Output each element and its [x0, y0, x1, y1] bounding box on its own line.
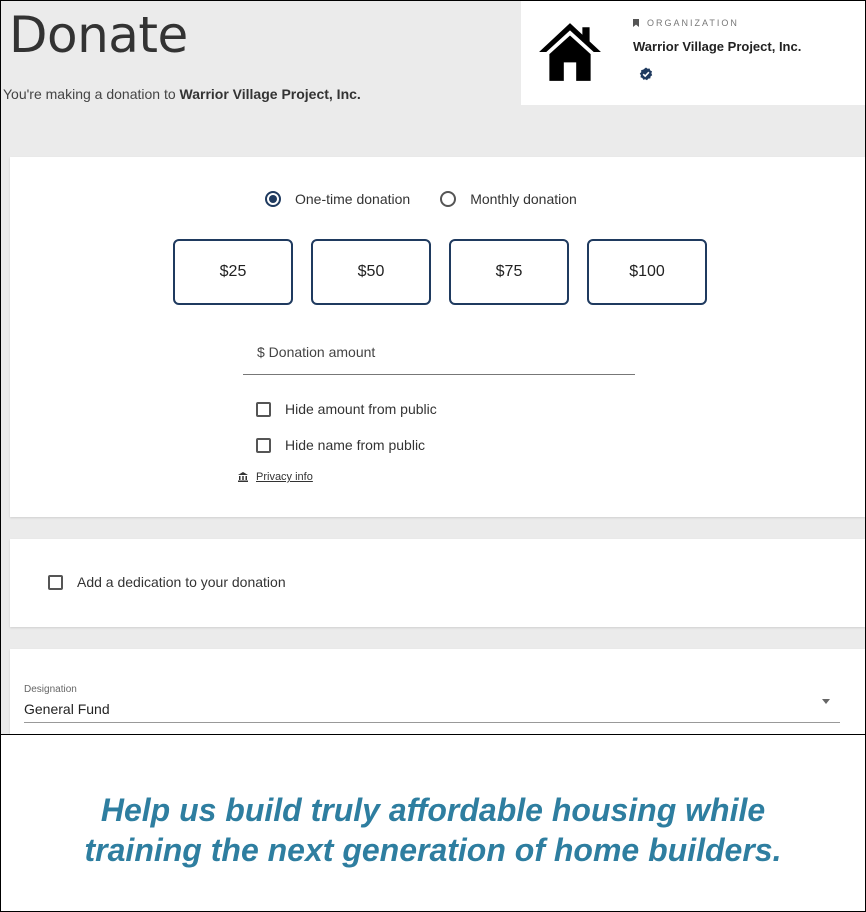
hide-amount-option[interactable]: Hide amount from public: [256, 401, 437, 417]
donation-amount-input[interactable]: [243, 335, 635, 369]
preset-amounts: $25 $50 $75 $100: [173, 239, 707, 305]
hide-amount-label: Hide amount from public: [285, 401, 437, 417]
designation-label: Designation: [24, 684, 77, 695]
designation-value: General Fund: [24, 701, 110, 717]
organization-card[interactable]: ORGANIZATION Warrior Village Project, In…: [521, 1, 865, 105]
tagline-line-1: Help us build truly affordable housing w…: [100, 792, 766, 828]
dropdown-caret-icon: [822, 699, 830, 704]
donation-form-screenshot: Donate You're making a donation to Warri…: [1, 1, 865, 734]
frequency-one-time-label: One-time donation: [295, 191, 411, 207]
amount-button-50[interactable]: $50: [311, 239, 431, 305]
subtitle-org-name: Warrior Village Project, Inc.: [179, 86, 361, 102]
amount-button-100[interactable]: $100: [587, 239, 707, 305]
verified-badge-icon: [639, 67, 653, 81]
hide-name-label: Hide name from public: [285, 437, 426, 453]
bookmark-icon: [633, 19, 639, 27]
dedication-option[interactable]: Add a dedication to your donation: [48, 574, 286, 590]
house-icon: [539, 23, 601, 81]
radio-one-time[interactable]: [265, 191, 281, 207]
organization-label-text: ORGANIZATION: [647, 18, 739, 28]
organization-name: Warrior Village Project, Inc.: [633, 39, 802, 54]
dedication-label: Add a dedication to your donation: [77, 574, 286, 590]
dedication-checkbox[interactable]: [48, 574, 63, 590]
amount-button-75[interactable]: $75: [449, 239, 569, 305]
frequency-one-time[interactable]: One-time donation: [265, 191, 410, 207]
frequency-monthly[interactable]: Monthly donation: [440, 191, 577, 207]
frequency-selector: One-time donation Monthly donation: [265, 191, 607, 207]
hide-name-option[interactable]: Hide name from public: [256, 437, 425, 453]
hide-amount-checkbox[interactable]: [256, 401, 271, 417]
dedication-panel: Add a dedication to your donation: [10, 539, 865, 627]
designation-select[interactable]: Designation General Fund: [24, 681, 840, 723]
amount-button-25[interactable]: $25: [173, 239, 293, 305]
designation-panel: Designation General Fund: [10, 649, 865, 734]
privacy-info: Privacy info: [238, 471, 313, 483]
tagline: Help us build truly affordable housing w…: [0, 790, 866, 870]
amount-panel: One-time donation Monthly donation $25 $…: [10, 157, 865, 517]
section-divider: [1, 734, 865, 735]
radio-monthly[interactable]: [440, 191, 457, 207]
page-subtitle: You're making a donation to Warrior Vill…: [3, 86, 361, 102]
organization-label: ORGANIZATION: [633, 18, 739, 28]
page-title: Donate: [9, 6, 188, 64]
bank-icon: [238, 472, 248, 482]
tagline-line-2: training the next generation of home bui…: [84, 832, 782, 868]
subtitle-prefix: You're making a donation to: [3, 86, 180, 102]
hide-name-checkbox[interactable]: [256, 437, 271, 453]
donation-amount-field: [243, 335, 635, 375]
privacy-info-link[interactable]: Privacy info: [256, 471, 313, 483]
frequency-monthly-label: Monthly donation: [470, 191, 577, 207]
